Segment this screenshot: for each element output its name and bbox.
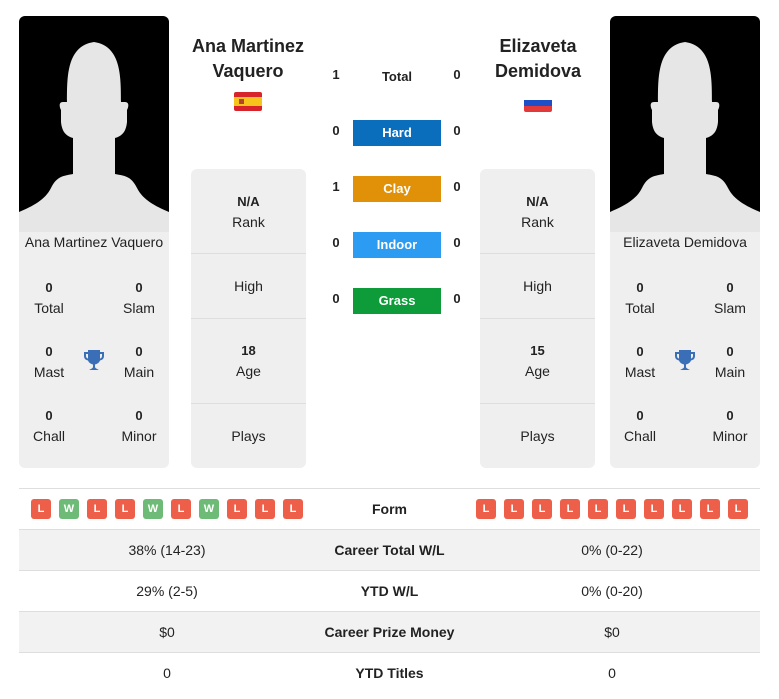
h2h-grass-p2: 0 [453, 291, 461, 306]
h2h-indoor-p1: 0 [332, 235, 340, 250]
form-badge-loss[interactable]: L [476, 499, 496, 519]
h2h-grass-p1: 0 [332, 291, 340, 306]
form-badge-loss[interactable]: L [227, 499, 247, 519]
form-badge-win[interactable]: W [199, 499, 219, 519]
player2-ytd-wl: 0% (0-20) [581, 583, 643, 599]
form-badge-loss[interactable]: L [560, 499, 580, 519]
h2h-hard-p2: 0 [453, 123, 461, 138]
form-row: LWLLWLWLLL Form LLLLLLLLLL [19, 488, 760, 529]
player1-age: 18 Age [236, 343, 261, 379]
player2-info-panel: N/A Rank High 15 Age Plays [480, 169, 595, 468]
form-badge-loss[interactable]: L [504, 499, 524, 519]
player2-high: High [523, 278, 552, 294]
player1-slam-titles: 0 Slam [123, 280, 155, 316]
player1-plays: Plays [231, 428, 266, 444]
h2h-clay-p1: 1 [332, 179, 340, 194]
form-badge-win[interactable]: W [143, 499, 163, 519]
form-badge-loss[interactable]: L [255, 499, 275, 519]
prize-money-row: $0 Career Prize Money $0 [19, 611, 760, 652]
player2-mast-titles: 0 Mast [624, 344, 656, 380]
surface-clay-button[interactable]: Clay [353, 176, 441, 202]
form-badge-loss[interactable]: L [171, 499, 191, 519]
ytd-wl-label: YTD W/L [360, 583, 419, 599]
player1-name-link[interactable]: Ana Martinez Vaquero [178, 34, 318, 84]
form-badge-loss[interactable]: L [588, 499, 608, 519]
player1-ytd-wl: 29% (2-5) [136, 583, 198, 599]
player1-career-wl: 38% (14-23) [128, 542, 206, 558]
h2h-clay-p2: 0 [453, 179, 461, 194]
player2-form: LLLLLLLLLL [476, 499, 748, 519]
trophy-icon [84, 350, 104, 370]
surface-indoor-button[interactable]: Indoor [353, 232, 441, 258]
h2h-total-label: Total [381, 69, 413, 84]
form-badge-loss[interactable]: L [616, 499, 636, 519]
form-label: Form [372, 501, 407, 517]
form-badge-loss[interactable]: L [672, 499, 692, 519]
silhouette-avatar-icon [610, 42, 760, 216]
player1-card-name: Ana Martinez Vaquero [24, 234, 164, 250]
player2-age: 15 Age [525, 343, 550, 379]
form-badge-loss[interactable]: L [728, 499, 748, 519]
player2-career-wl: 0% (0-22) [581, 542, 643, 558]
player1-high: High [234, 278, 263, 294]
form-badge-loss[interactable]: L [283, 499, 303, 519]
player2-photo [610, 16, 760, 216]
form-badge-loss[interactable]: L [644, 499, 664, 519]
player1-prize-money: $0 [159, 624, 175, 640]
h2h-hard-p1: 0 [332, 123, 340, 138]
player2-minor-titles: 0 Minor [712, 408, 748, 444]
surface-hard-button[interactable]: Hard [353, 120, 441, 146]
ytd-titles-label: YTD Titles [355, 665, 424, 681]
player1-rank: N/A Rank [232, 194, 265, 230]
player2-plays: Plays [520, 428, 555, 444]
player2-card: Elizaveta Demidova 0 Total 0 Slam 0 Mast… [610, 16, 760, 468]
player2-chall-titles: 0 Chall [624, 408, 656, 444]
player2-name-link[interactable]: Elizaveta Demidova [468, 34, 608, 84]
player1-minor-titles: 0 Minor [121, 408, 157, 444]
prize-money-label: Career Prize Money [324, 624, 455, 640]
h2h-total-p1: 1 [332, 67, 340, 82]
trophy-icon [675, 350, 695, 370]
russia-flag-icon [524, 98, 552, 112]
player1-info-panel: N/A Rank High 18 Age Plays [191, 169, 306, 468]
player2-rank: N/A Rank [521, 194, 554, 230]
silhouette-avatar-icon [19, 42, 169, 216]
form-badge-loss[interactable]: L [31, 499, 51, 519]
player2-prize-money: $0 [604, 624, 620, 640]
player1-card: Ana Martinez Vaquero 0 Total 0 Slam 0 Ma… [19, 16, 169, 468]
player2-main-titles: 0 Main [714, 344, 746, 380]
player2-ytd-titles: 0 [608, 665, 616, 681]
career-wl-row: 38% (14-23) Career Total W/L 0% (0-22) [19, 529, 760, 570]
player1-ytd-titles: 0 [163, 665, 171, 681]
ytd-titles-row: 0 YTD Titles 0 [19, 652, 760, 693]
spain-flag-icon [234, 92, 262, 111]
player1-form: LWLLWLWLLL [31, 499, 303, 519]
player1-total-titles: 0 Total [34, 280, 64, 316]
form-badge-loss[interactable]: L [700, 499, 720, 519]
h2h-indoor-p2: 0 [453, 235, 461, 250]
player1-main-titles: 0 Main [123, 344, 155, 380]
surface-grass-button[interactable]: Grass [353, 288, 441, 314]
form-badge-loss[interactable]: L [87, 499, 107, 519]
form-badge-loss[interactable]: L [532, 499, 552, 519]
player1-photo [19, 16, 169, 216]
player1-mast-titles: 0 Mast [33, 344, 65, 380]
form-badge-win[interactable]: W [59, 499, 79, 519]
career-wl-label: Career Total W/L [334, 542, 445, 558]
player2-card-name: Elizaveta Demidova [623, 234, 747, 250]
player2-total-titles: 0 Total [625, 280, 655, 316]
player1-chall-titles: 0 Chall [33, 408, 65, 444]
player2-slam-titles: 0 Slam [714, 280, 746, 316]
form-badge-loss[interactable]: L [115, 499, 135, 519]
ytd-wl-row: 29% (2-5) YTD W/L 0% (0-20) [19, 570, 760, 611]
h2h-total-p2: 0 [453, 67, 461, 82]
